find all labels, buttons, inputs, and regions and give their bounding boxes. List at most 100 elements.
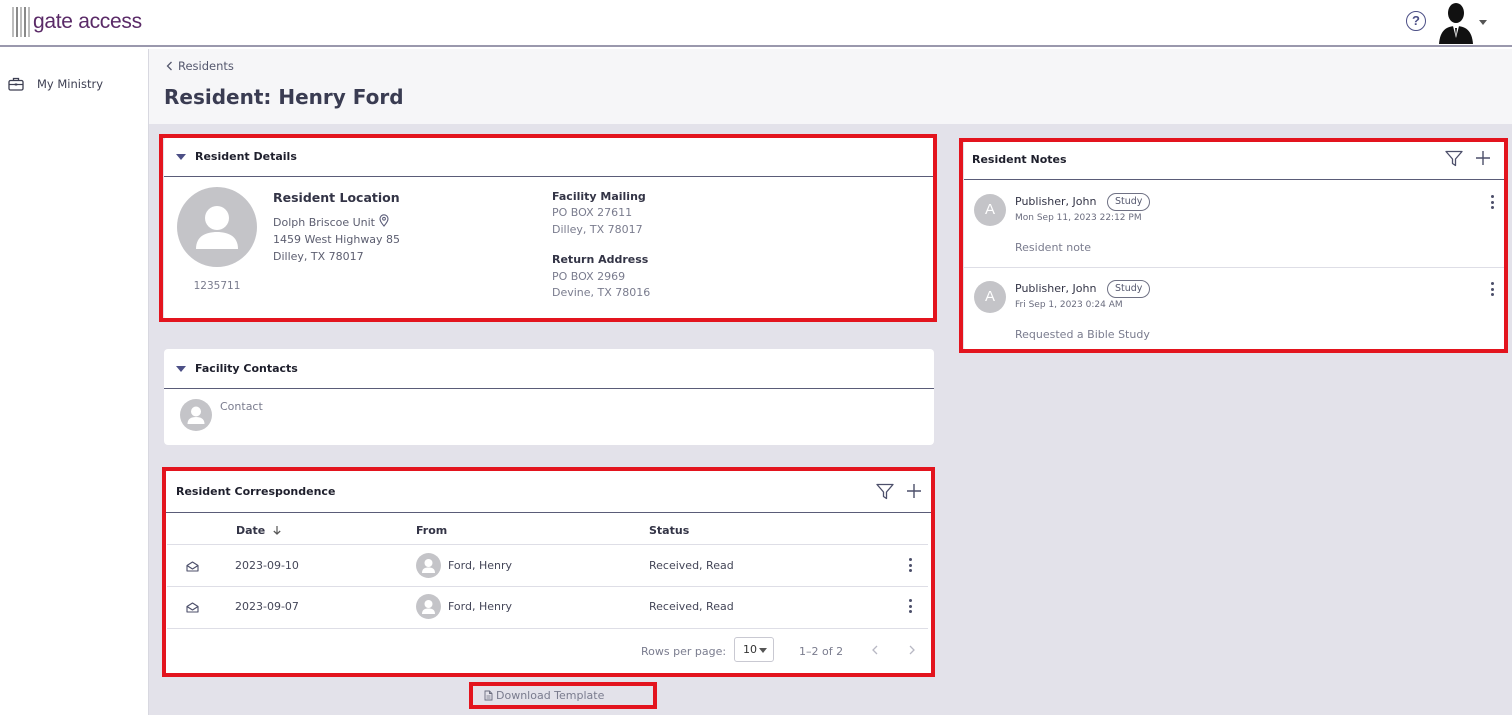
- column-header-date[interactable]: Date: [236, 524, 282, 537]
- column-header-from[interactable]: From: [416, 524, 447, 537]
- table-row[interactable]: 2023-09-07 Ford, Henry Received, Read: [167, 586, 928, 628]
- row-more-menu-icon[interactable]: [903, 556, 917, 574]
- next-page-icon[interactable]: [905, 643, 919, 657]
- page-title: Resident: Henry Ford: [164, 85, 404, 109]
- user-silhouette-icon: [1439, 3, 1473, 44]
- contact-label: Contact: [220, 400, 263, 413]
- resident-avatar: [177, 187, 257, 267]
- note-date: Fri Sep 1, 2023 0:24 AM: [1015, 300, 1123, 310]
- sidebar-item-my-ministry[interactable]: My Ministry: [8, 77, 103, 91]
- row-from: Ford, Henry: [448, 559, 513, 572]
- sender-avatar: [416, 553, 441, 578]
- table-row[interactable]: 2023-09-10 Ford, Henry Received, Read: [167, 544, 928, 586]
- facility-mailing-line1: PO BOX 27611: [552, 206, 633, 219]
- column-header-status[interactable]: Status: [649, 524, 689, 537]
- note-more-menu-icon[interactable]: [1485, 280, 1499, 298]
- envelope-open-icon: [186, 602, 199, 613]
- facility-mailing-line2: Dilley, TX 78017: [552, 223, 643, 236]
- resident-details-card: Resident Details 1235711 Resident Locati…: [164, 137, 934, 320]
- filter-icon: [1445, 150, 1463, 166]
- page-header: Residents Resident: Henry Ford: [149, 49, 1512, 124]
- location-address-line: 1459 West Highway 85: [273, 233, 401, 246]
- resident-notes-header: Resident Notes: [964, 140, 1507, 180]
- help-icon[interactable]: ?: [1406, 11, 1426, 31]
- note-badge: Study: [1107, 280, 1151, 298]
- facility-mailing-title: Facility Mailing: [552, 190, 646, 203]
- pagination-range: 1–2 of 2: [799, 645, 844, 658]
- app-logo[interactable]: gate access: [12, 6, 142, 38]
- resident-correspondence-card: Resident Correspondence Date From Status…: [164, 471, 934, 675]
- note-body: Resident note: [1015, 241, 1092, 254]
- filter-button[interactable]: [875, 481, 895, 501]
- notes-filter-button[interactable]: [1444, 148, 1464, 168]
- resident-details-title: Resident Details: [195, 150, 297, 163]
- person-placeholder-icon: [422, 559, 435, 573]
- row-date: 2023-09-07: [235, 600, 299, 613]
- rows-per-page-select[interactable]: 10: [734, 637, 774, 662]
- collapse-triangle-icon[interactable]: [176, 365, 186, 372]
- map-pin-icon[interactable]: [378, 214, 389, 227]
- row-from: Ford, Henry: [448, 600, 513, 613]
- sort-arrow-down-icon: [273, 526, 281, 535]
- location-name: Dolph Briscoe Unit: [273, 216, 375, 229]
- sidebar: My Ministry: [0, 49, 149, 715]
- person-placeholder-icon: [187, 406, 205, 424]
- note-more-menu-icon[interactable]: [1485, 193, 1499, 211]
- note-item[interactable]: A Publisher, John Study Mon Sep 11, 2023…: [964, 181, 1505, 267]
- person-placeholder-icon: [422, 600, 435, 614]
- note-item[interactable]: A Publisher, John Study Fri Sep 1, 2023 …: [964, 267, 1505, 353]
- download-template-link[interactable]: Download Template: [484, 689, 604, 702]
- briefcase-icon: [8, 77, 24, 91]
- download-template-label: Download Template: [496, 689, 605, 702]
- person-placeholder-icon: [196, 206, 238, 249]
- note-body: Requested a Bible Study: [1015, 328, 1150, 341]
- note-author-name: Publisher, John: [1015, 282, 1097, 295]
- facility-contacts-card: Facility Contacts Contact: [164, 349, 934, 445]
- note-author-name: Publisher, John: [1015, 195, 1097, 208]
- row-status: Received, Read: [649, 559, 734, 572]
- document-icon: [484, 690, 493, 701]
- resident-notes-card: Resident Notes A Publisher, John Study M…: [964, 140, 1507, 351]
- location-name-row[interactable]: Dolph Briscoe Unit: [273, 214, 389, 231]
- facility-contacts-header[interactable]: Facility Contacts: [164, 349, 934, 389]
- breadcrumb-label: Residents: [178, 59, 234, 73]
- resident-notes-title: Resident Notes: [972, 153, 1067, 166]
- resident-correspondence-title: Resident Correspondence: [176, 485, 336, 498]
- envelope-open-icon: [186, 561, 199, 572]
- logo-bars-icon: [12, 7, 30, 37]
- return-address-line1: PO BOX 2969: [552, 270, 626, 283]
- sender-avatar: [416, 594, 441, 619]
- resident-id: 1235711: [193, 280, 241, 292]
- logo-text: gate access: [33, 10, 142, 33]
- previous-page-icon[interactable]: [868, 643, 882, 657]
- facility-contacts-title: Facility Contacts: [195, 362, 298, 375]
- note-author-avatar: A: [974, 194, 1006, 226]
- row-date: 2023-09-10: [235, 559, 299, 572]
- plus-icon: [907, 484, 921, 498]
- resident-location-title: Resident Location: [273, 190, 400, 205]
- contact-avatar: [180, 399, 212, 431]
- resident-correspondence-header: Resident Correspondence: [164, 471, 934, 513]
- add-note-button[interactable]: [1473, 148, 1493, 168]
- row-more-menu-icon[interactable]: [903, 597, 917, 615]
- top-bar: gate access ?: [0, 0, 1512, 47]
- table-pagination: Rows per page: 10 1–2 of 2: [167, 628, 928, 672]
- column-date-label: Date: [236, 524, 266, 537]
- collapse-triangle-icon[interactable]: [176, 153, 186, 160]
- breadcrumb-back-link[interactable]: Residents: [166, 59, 234, 73]
- user-menu-caret-icon[interactable]: [1479, 20, 1487, 25]
- resident-details-header[interactable]: Resident Details: [164, 137, 934, 177]
- rows-per-page-label: Rows per page:: [641, 645, 727, 658]
- main-content: Residents Resident: Henry Ford Resident …: [149, 49, 1512, 715]
- filter-icon: [876, 483, 894, 499]
- add-correspondence-button[interactable]: [904, 481, 924, 501]
- chevron-left-icon: [166, 61, 172, 71]
- row-status: Received, Read: [649, 600, 734, 613]
- sidebar-item-label: My Ministry: [37, 77, 104, 91]
- note-date: Mon Sep 11, 2023 22:12 PM: [1015, 213, 1142, 223]
- user-avatar[interactable]: [1437, 2, 1475, 44]
- plus-icon: [1476, 151, 1490, 165]
- location-city-line: Dilley, TX 78017: [273, 250, 364, 263]
- note-badge: Study: [1107, 193, 1151, 211]
- return-address-title: Return Address: [552, 253, 649, 266]
